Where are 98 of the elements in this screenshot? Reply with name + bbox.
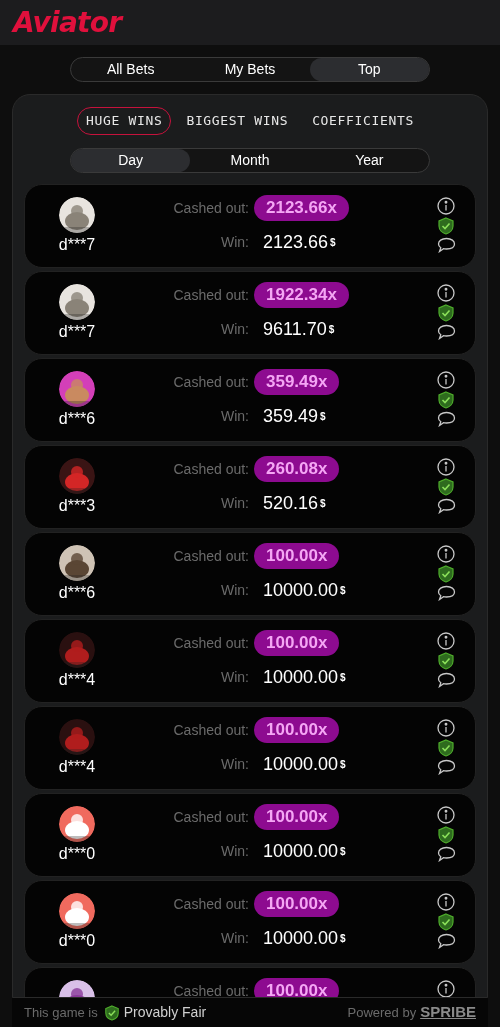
category-tab[interactable]: BIGGEST WINS [177, 107, 298, 135]
shield-check-icon[interactable] [103, 1004, 120, 1021]
multiplier-badge: 100.00x [254, 630, 340, 656]
user-name: d***7 [58, 322, 96, 342]
chat-icon[interactable] [436, 759, 456, 775]
currency-sign: $ [340, 845, 346, 859]
multiplier-badge: 100.00x [254, 717, 340, 743]
info-icon[interactable] [437, 458, 455, 476]
win-label: Win: [220, 842, 249, 861]
cashed-out-label: Cashed out: [172, 981, 249, 997]
user-name: d***6 [58, 409, 96, 429]
cashed-out-label: Cashed out: [172, 546, 249, 566]
user-name: d***0 [58, 931, 96, 951]
chat-icon[interactable] [436, 933, 456, 949]
win-amount: 10000.00 [263, 579, 339, 602]
multiplier-badge: 359.49x [254, 369, 340, 395]
bet-tab[interactable]: All Bets [71, 58, 191, 81]
shield-check-icon[interactable] [437, 826, 455, 844]
category-tab[interactable]: COEFFICIENTS [303, 107, 423, 135]
info-icon[interactable] [437, 197, 455, 215]
user-name: d***4 [58, 757, 96, 777]
cashed-out-label: Cashed out: [172, 459, 249, 479]
chat-icon[interactable] [436, 846, 456, 862]
win-amount: 9611.70 [263, 318, 327, 341]
cashed-out-label: Cashed out: [172, 720, 249, 740]
chat-icon[interactable] [436, 324, 456, 340]
win-label: Win: [220, 668, 249, 687]
chat-icon[interactable] [436, 411, 456, 427]
bet-tab[interactable]: Top [309, 58, 429, 81]
info-icon[interactable] [437, 719, 455, 737]
cashed-out-label: Cashed out: [172, 894, 249, 914]
cashed-out-label: Cashed out: [172, 633, 249, 653]
currency-sign: $ [340, 671, 346, 685]
period-tab[interactable]: Year [309, 149, 429, 172]
multiplier-badge: 100.00x [254, 978, 340, 997]
currency-sign: $ [320, 410, 326, 424]
currency-sign: $ [320, 497, 326, 511]
chat-icon[interactable] [436, 498, 456, 514]
info-icon[interactable] [437, 371, 455, 389]
period-tab[interactable]: Day [71, 149, 191, 172]
multiplier-badge: 1922.34x [254, 282, 349, 308]
shield-check-icon[interactable] [437, 652, 455, 670]
provably-fair-link[interactable]: Provably Fair [123, 1002, 207, 1023]
win-amount: 10000.00 [263, 927, 339, 950]
chat-icon[interactable] [436, 672, 456, 688]
fair-prefix: This game is [24, 1003, 98, 1022]
info-icon[interactable] [437, 545, 455, 563]
win-label: Win: [220, 929, 249, 948]
currency-sign: $ [330, 236, 336, 250]
multiplier-badge: 100.00x [254, 543, 340, 569]
cashed-out-label: Cashed out: [172, 285, 249, 305]
win-amount: 10000.00 [263, 840, 339, 863]
shield-check-icon[interactable] [437, 739, 455, 757]
shield-check-icon[interactable] [437, 391, 455, 409]
win-amount: 520.16 [263, 492, 319, 515]
shield-check-icon[interactable] [437, 565, 455, 583]
win-label: Win: [220, 755, 249, 774]
user-name: d***6 [58, 583, 96, 603]
info-icon[interactable] [437, 632, 455, 650]
info-icon[interactable] [437, 284, 455, 302]
brand-logo: SPRIBE [420, 1002, 476, 1023]
cashed-out-label: Cashed out: [172, 807, 249, 827]
win-label: Win: [220, 581, 249, 600]
cashed-out-label: Cashed out: [172, 372, 249, 392]
user-name: d***7 [58, 235, 96, 255]
currency-sign: $ [328, 323, 335, 337]
win-label: Win: [220, 407, 249, 426]
win-label: Win: [220, 320, 249, 339]
info-icon[interactable] [437, 980, 455, 997]
win-label: Win: [220, 494, 249, 513]
win-label: Win: [220, 233, 249, 252]
info-icon[interactable] [437, 893, 455, 911]
win-amount: 10000.00 [263, 753, 339, 776]
user-name: d***4 [58, 670, 96, 690]
chat-icon[interactable] [436, 585, 456, 601]
win-amount: 10000.00 [263, 666, 339, 689]
currency-sign: $ [340, 584, 346, 598]
win-amount: 359.49 [263, 405, 319, 428]
win-amount: 2123.66 [263, 231, 329, 254]
bet-tab[interactable]: My Bets [190, 58, 310, 81]
period-tab[interactable]: Month [190, 149, 310, 172]
user-name: d***3 [58, 496, 96, 516]
info-icon[interactable] [437, 806, 455, 824]
shield-check-icon[interactable] [437, 304, 455, 322]
currency-sign: $ [340, 932, 346, 946]
chat-icon[interactable] [436, 237, 456, 253]
multiplier-badge: 260.08x [254, 456, 340, 482]
user-name: d***0 [58, 844, 96, 864]
logo: Aviator [13, 4, 122, 41]
cashed-out-label: Cashed out: [172, 198, 249, 218]
currency-sign: $ [340, 758, 346, 772]
shield-check-icon[interactable] [437, 478, 455, 496]
multiplier-badge: 2123.66x [254, 195, 349, 221]
powered-by-text: Powered by [347, 1003, 417, 1022]
multiplier-badge: 100.00x [254, 891, 340, 917]
shield-check-icon[interactable] [437, 913, 455, 931]
shield-check-icon[interactable] [437, 217, 455, 235]
multiplier-badge: 100.00x [254, 804, 340, 830]
